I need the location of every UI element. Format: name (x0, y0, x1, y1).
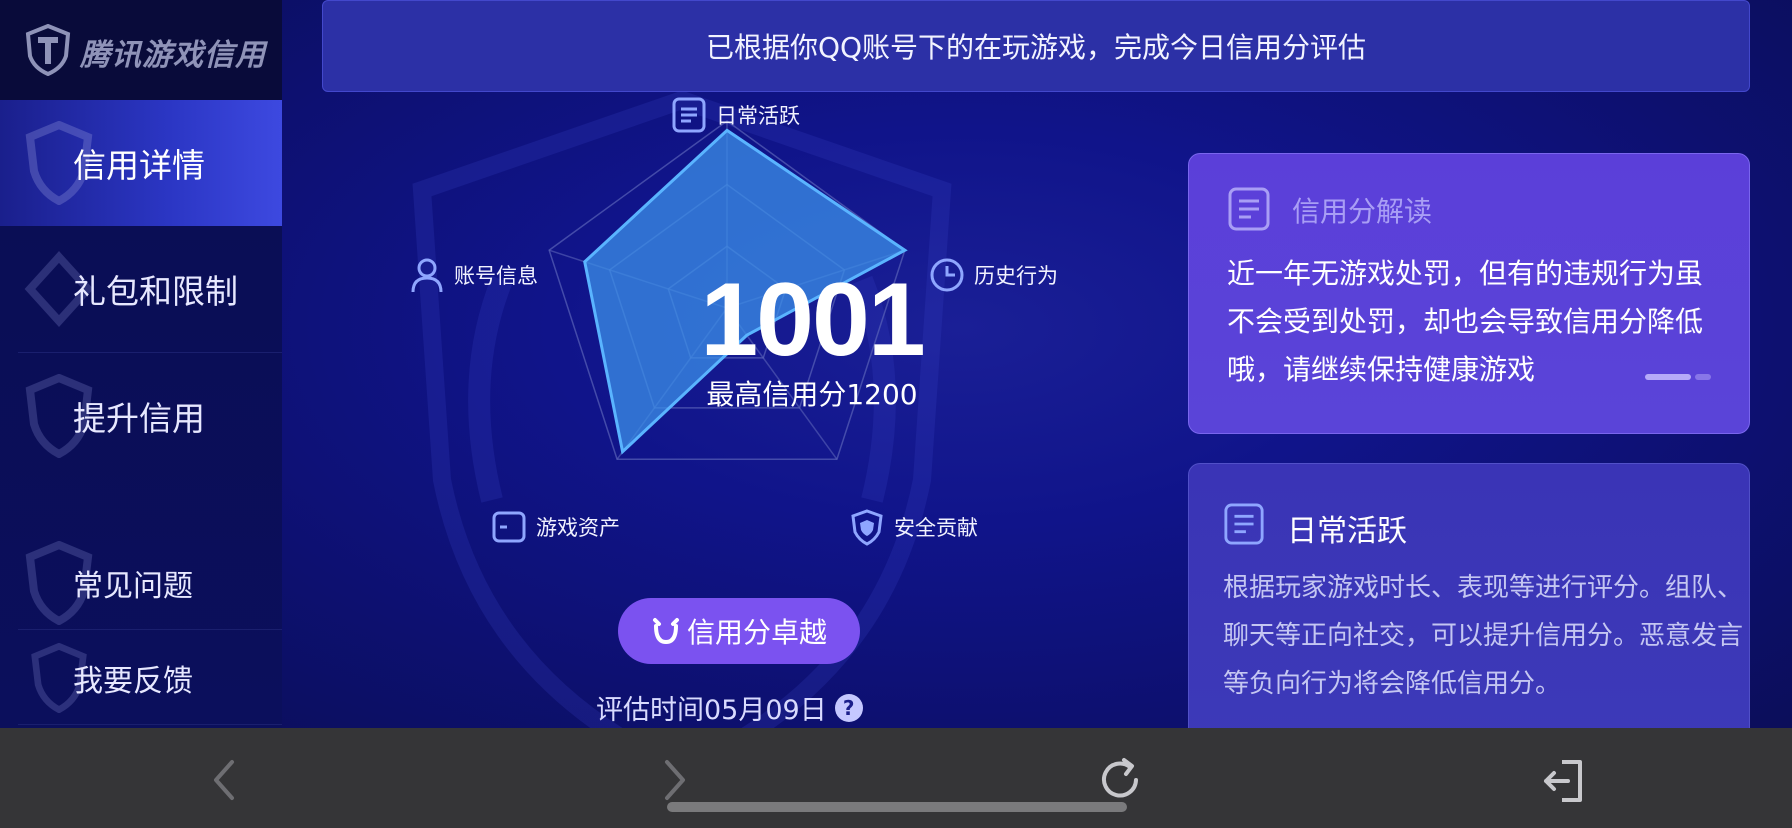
radar-label-account: 账号信息 (408, 256, 538, 294)
card-text: 近一年无游戏处罚，但有的违规行为虽不会受到处罚，却也会导致信用分降低哦，请继续保… (1227, 257, 1704, 386)
radar-label-security: 安全贡献 (848, 508, 978, 546)
radar-label-assets: 游戏资产 (490, 508, 620, 546)
shield-logo-icon (25, 24, 71, 76)
max-score-label: 最高信用分1200 (706, 378, 918, 411)
sidebar-item-feedback[interactable]: 我要反馈 (0, 630, 282, 726)
credit-score: 1001 (700, 262, 925, 378)
main-content: 已根据你QQ账号下的在玩游戏，完成今日信用分评估 日常活跃 历史行为 安全贡献 … (282, 0, 1792, 728)
radar-label-daily-active: 日常活跃 (670, 96, 800, 134)
wallet-icon (492, 511, 526, 543)
sidebar-item-label: 提升信用 (73, 399, 205, 438)
document-icon (672, 97, 706, 133)
home-indicator[interactable] (667, 802, 1127, 812)
document-icon (1224, 503, 1264, 545)
user-icon (411, 258, 443, 293)
sidebar-item-faq[interactable]: 常见问题 (0, 520, 282, 646)
browser-toolbar (0, 728, 1792, 828)
card-text: 根据玩家游戏时长、表现等进行评分。组队、聊天等正向社交，可以提升信用分。恶意发言… (1223, 573, 1744, 699)
sidebar-item-label: 信用详情 (73, 146, 205, 185)
brand-header: 腾讯游戏信用 (0, 0, 282, 100)
document-icon (1228, 187, 1270, 231)
carousel-indicator (1645, 374, 1711, 380)
sidebar-item-label: 常见问题 (73, 569, 193, 604)
sidebar-item-label: 礼包和限制 (73, 272, 238, 311)
card-title: 日常活跃 (1287, 514, 1407, 549)
sidebar-item-credit-details[interactable]: 信用详情 (0, 100, 282, 226)
sidebar: 腾讯游戏信用 信用详情 礼包和限制 提升信用 常见问题 我要反馈 (0, 0, 282, 728)
credit-level-label: 信用分卓越 (686, 616, 827, 649)
evaluation-time-label: 评估时间05月09日 (596, 695, 827, 726)
smile-icon (652, 618, 679, 645)
evaluation-time: 评估时间05月09日 ? (596, 688, 863, 727)
credit-level-button[interactable]: 信用分卓越 (618, 598, 860, 664)
card-title: 信用分解读 (1292, 195, 1433, 228)
credit-interpretation-card: 信用分解读 近一年无游戏处罚，但有的违规行为虽不会受到处罚，却也会导致信用分降低… (1188, 153, 1750, 434)
carousel-dot (1695, 374, 1711, 380)
exit-icon[interactable] (1534, 750, 1594, 810)
brand-name: 腾讯游戏信用 (80, 38, 266, 73)
sidebar-item-label: 我要反馈 (73, 664, 193, 699)
evaluation-banner: 已根据你QQ账号下的在玩游戏，完成今日信用分评估 (322, 0, 1750, 92)
sidebar-item-improve-credit[interactable]: 提升信用 (0, 353, 282, 479)
sidebar-divider (18, 724, 282, 725)
help-icon[interactable]: ? (834, 693, 863, 722)
sidebar-item-gifts-limits[interactable]: 礼包和限制 (0, 226, 282, 352)
refresh-icon[interactable] (1090, 750, 1150, 810)
daily-active-card: 日常活跃 根据玩家游戏时长、表现等进行评分。组队、聊天等正向社交，可以提升信用分… (1188, 463, 1750, 728)
carousel-dot-active (1645, 374, 1691, 380)
shield-icon (851, 509, 883, 546)
back-arrow-icon[interactable] (196, 750, 256, 810)
forward-arrow-icon[interactable] (643, 750, 703, 810)
